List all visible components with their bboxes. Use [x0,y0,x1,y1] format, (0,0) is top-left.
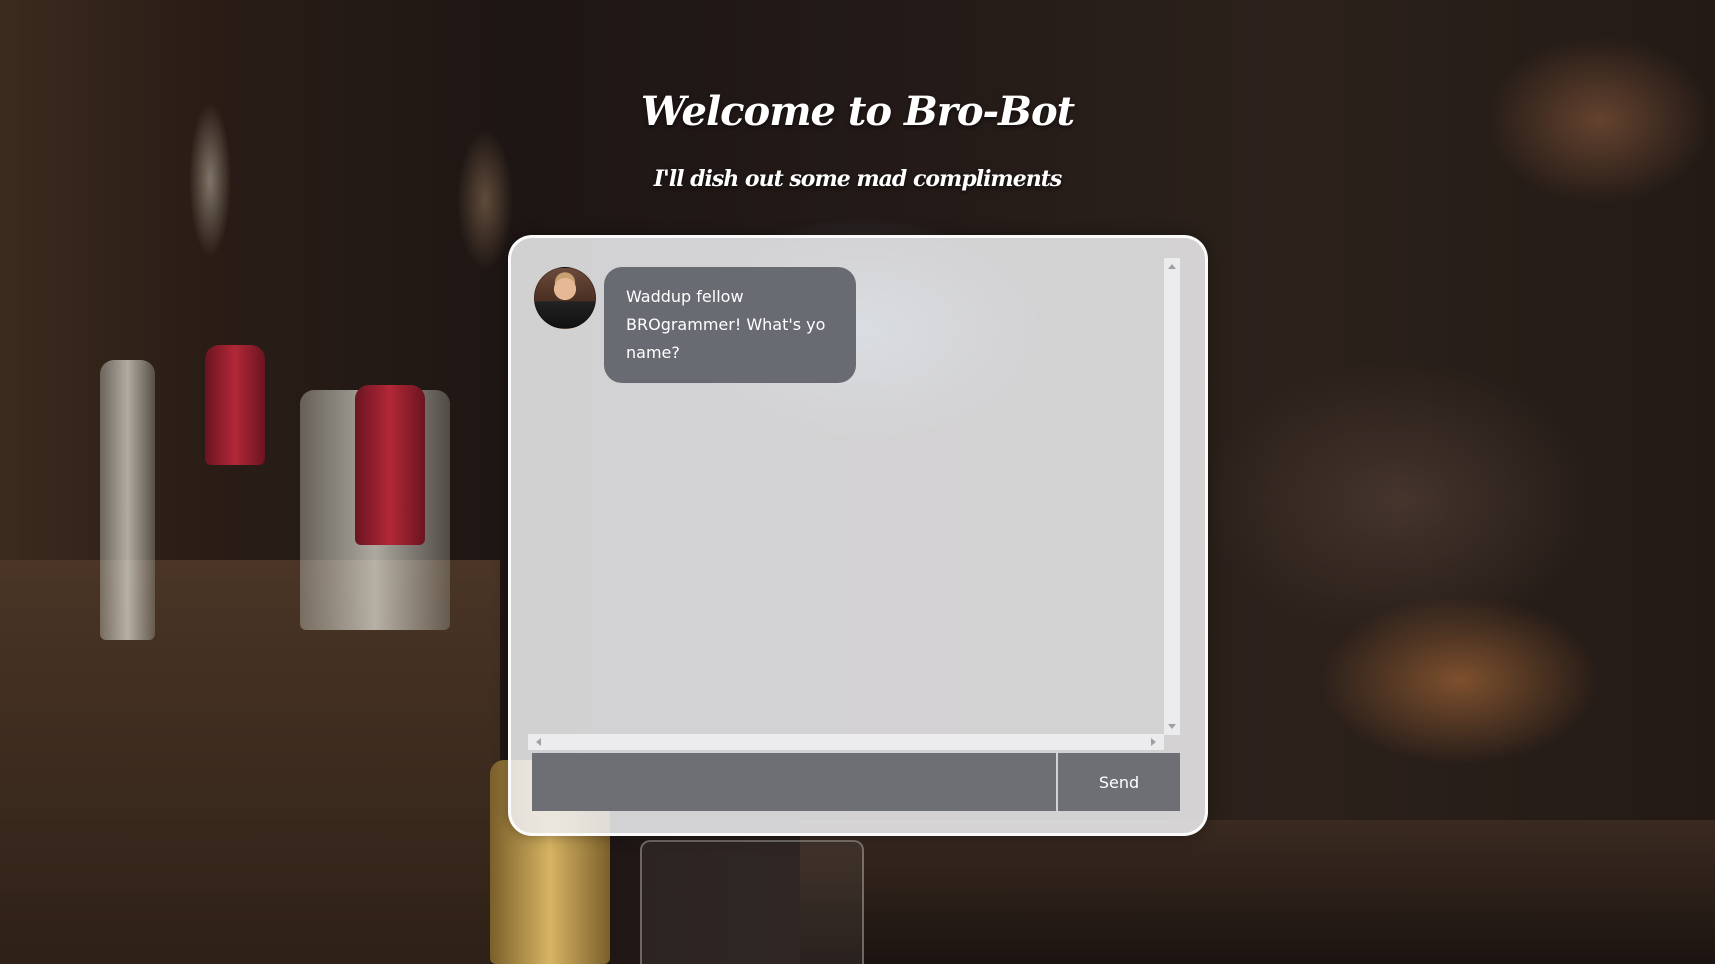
bar-counter [800,820,1715,964]
page-title: Welcome to Bro-Bot [640,88,1075,135]
message-list[interactable]: Waddup fellow BROgrammer! What's yo name… [524,257,1191,754]
message-input[interactable] [532,753,1056,811]
send-button[interactable]: Send [1058,753,1180,811]
bottle [100,360,155,640]
bot-avatar [534,267,596,329]
vertical-scrollbar[interactable] [1164,258,1180,735]
page-subtitle: I'll dish out some mad compliments [653,166,1063,192]
glass [640,840,864,964]
scroll-up-arrow-icon[interactable] [1168,264,1176,269]
bot-message: Waddup fellow BROgrammer! What's yo name… [534,267,856,383]
scroll-right-arrow-icon[interactable] [1151,738,1156,746]
page: Welcome to Bro-Bot I'll dish out some ma… [0,0,1715,964]
scroll-left-arrow-icon[interactable] [536,738,541,746]
bottle [355,385,425,545]
horizontal-scrollbar[interactable] [528,734,1164,750]
scroll-down-arrow-icon[interactable] [1168,724,1176,729]
message-bubble: Waddup fellow BROgrammer! What's yo name… [604,267,856,383]
message-composer: Send [532,753,1180,811]
bottle [205,345,265,465]
